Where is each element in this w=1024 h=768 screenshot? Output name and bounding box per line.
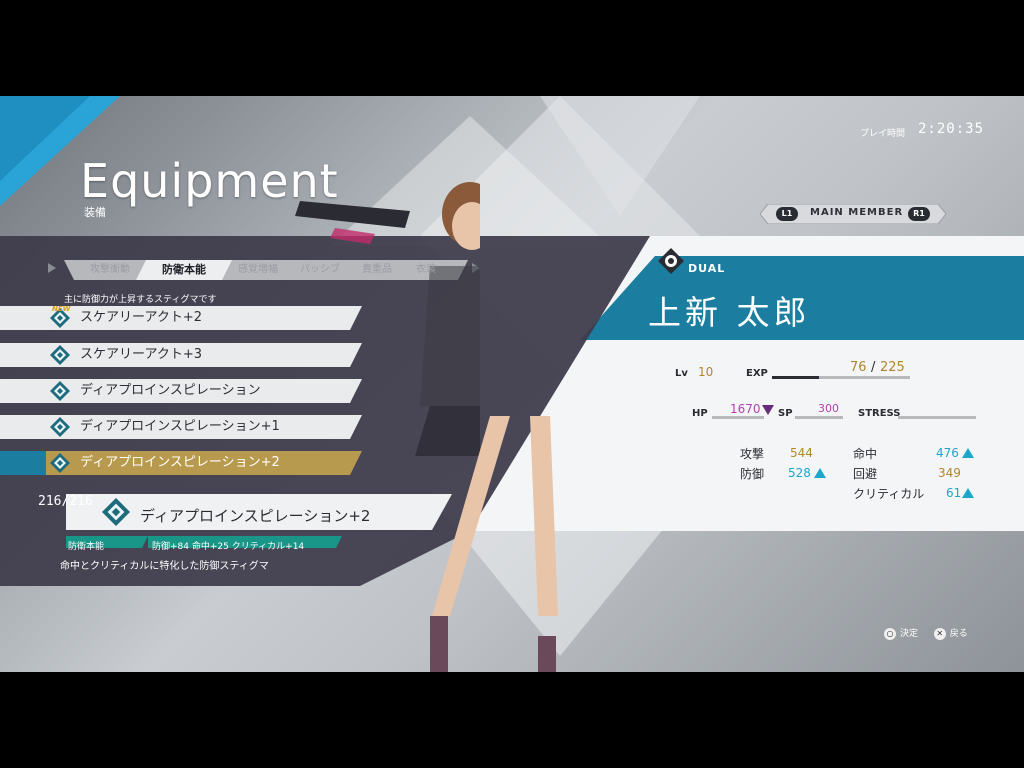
- list-item-label: ディアプロインスピレーション+2: [80, 455, 280, 470]
- tab-attack[interactable]: 攻撃衝動: [80, 260, 140, 280]
- hp-bar-track: [712, 416, 764, 419]
- list-item-selected[interactable]: ディアプロインスピレーション+2: [0, 451, 362, 475]
- level-label: Lv: [675, 368, 688, 379]
- r1-button[interactable]: R1: [908, 207, 930, 221]
- game-screen: Equipment 装備 プレイ時間 2:20:35 L1 MAIN MEMBE…: [0, 0, 1024, 768]
- cross-button-icon[interactable]: ✕: [933, 627, 946, 640]
- stress-label: STRESS: [858, 408, 901, 419]
- tab-senses[interactable]: 感覚増幅: [228, 260, 288, 280]
- list-item-label: ディアプロインスピレーション+1: [80, 419, 280, 434]
- detail-name: ディアプロインスピレーション+2: [140, 507, 371, 525]
- defense-up-icon: [814, 468, 826, 478]
- accuracy-label: 命中: [853, 447, 878, 461]
- critical-value: 61: [946, 486, 962, 500]
- level-value: 10: [698, 365, 714, 379]
- dual-type-icon: [658, 248, 684, 274]
- detail-description: 命中とクリティカルに特化した防御スティグマ: [60, 561, 269, 572]
- tab-costume[interactable]: 衣装: [406, 260, 446, 280]
- list-item[interactable]: ディアプロインスピレーション+1: [0, 415, 362, 439]
- critical-label: クリティカル: [853, 487, 925, 501]
- character-leg-right: [530, 416, 558, 616]
- new-badge: NEW: [52, 305, 71, 313]
- detail-stigma-icon: [102, 498, 130, 526]
- exp-label: EXP: [746, 368, 768, 379]
- evasion-value: 349: [938, 466, 961, 480]
- stigma-icon: [50, 381, 70, 401]
- sp-label: SP: [778, 408, 793, 419]
- list-item-label: ディアプロインスピレーション: [80, 383, 261, 398]
- stigma-icon: [50, 453, 70, 473]
- equipment-scene: Equipment 装備 プレイ時間 2:20:35 L1 MAIN MEMBE…: [0, 96, 1024, 672]
- list-item[interactable]: スケアリーアクト+3: [0, 343, 362, 367]
- weapon-accent: [330, 228, 375, 244]
- member-label: MAIN MEMBER: [810, 207, 904, 218]
- stress-bar-track: [898, 416, 976, 419]
- character-body: [420, 266, 480, 406]
- member-switch[interactable]: L1 MAIN MEMBER R1: [760, 204, 946, 224]
- exp-max: 225: [880, 360, 905, 375]
- defense-label: 防御: [740, 467, 765, 481]
- character-legs: [430, 416, 558, 672]
- list-item-label: スケアリーアクト+3: [80, 347, 202, 362]
- tab-defense[interactable]: 防衛本能: [146, 260, 222, 280]
- button-guide: ○ 決定 ✕ 戻る: [884, 626, 968, 640]
- attack-label: 攻撃: [740, 447, 765, 461]
- accuracy-value: 476: [936, 446, 959, 460]
- tab-valuables[interactable]: 貴重品: [352, 260, 402, 280]
- list-item-label: スケアリーアクト+2: [80, 310, 202, 325]
- page-subtitle: 装備: [84, 206, 106, 219]
- page-title: Equipment: [80, 154, 339, 208]
- detail-category: 防衛本能: [68, 542, 105, 552]
- stigma-count: 216/216: [38, 494, 93, 509]
- playtime-label: プレイ時間: [860, 129, 906, 139]
- sock-right: [538, 636, 556, 672]
- confirm-label: 決定: [900, 629, 919, 639]
- attack-value: 544: [790, 446, 813, 460]
- hp-label: HP: [692, 408, 708, 419]
- l1-button[interactable]: L1: [776, 207, 798, 221]
- sp-value: 300: [818, 402, 839, 415]
- exp-bar-fill: [772, 376, 819, 379]
- tab-passive[interactable]: パッシブ: [292, 260, 348, 280]
- character-type: DUAL: [688, 262, 726, 275]
- playtime-value: 2:20:35: [918, 121, 985, 137]
- detail-stat-bonus: 防御+84 命中+25 クリティカル+14: [152, 542, 305, 552]
- back-label: 戻る: [949, 629, 968, 639]
- corner-accent-inner: [0, 96, 90, 181]
- tab-hint: 主に防御力が上昇するスティグマです: [64, 295, 217, 305]
- circle-button-icon[interactable]: ○: [884, 627, 896, 640]
- hp-value: 1670: [730, 402, 761, 416]
- exp-separator: /: [871, 360, 876, 375]
- character-name: 上新 太郎: [648, 293, 811, 332]
- defense-value: 528: [788, 466, 811, 480]
- accuracy-up-icon: [962, 448, 974, 458]
- sp-bar-track: [795, 416, 843, 419]
- evasion-label: 回避: [853, 467, 878, 481]
- hp-down-icon: [762, 405, 774, 415]
- stigma-icon: [50, 345, 70, 365]
- list-item[interactable]: ディアプロインスピレーション: [0, 379, 362, 403]
- sock-left: [430, 616, 448, 672]
- stigma-icon: [50, 417, 70, 437]
- exp-current: 76: [850, 360, 867, 375]
- critical-up-icon: [962, 488, 974, 498]
- character-leg-left: [432, 416, 510, 616]
